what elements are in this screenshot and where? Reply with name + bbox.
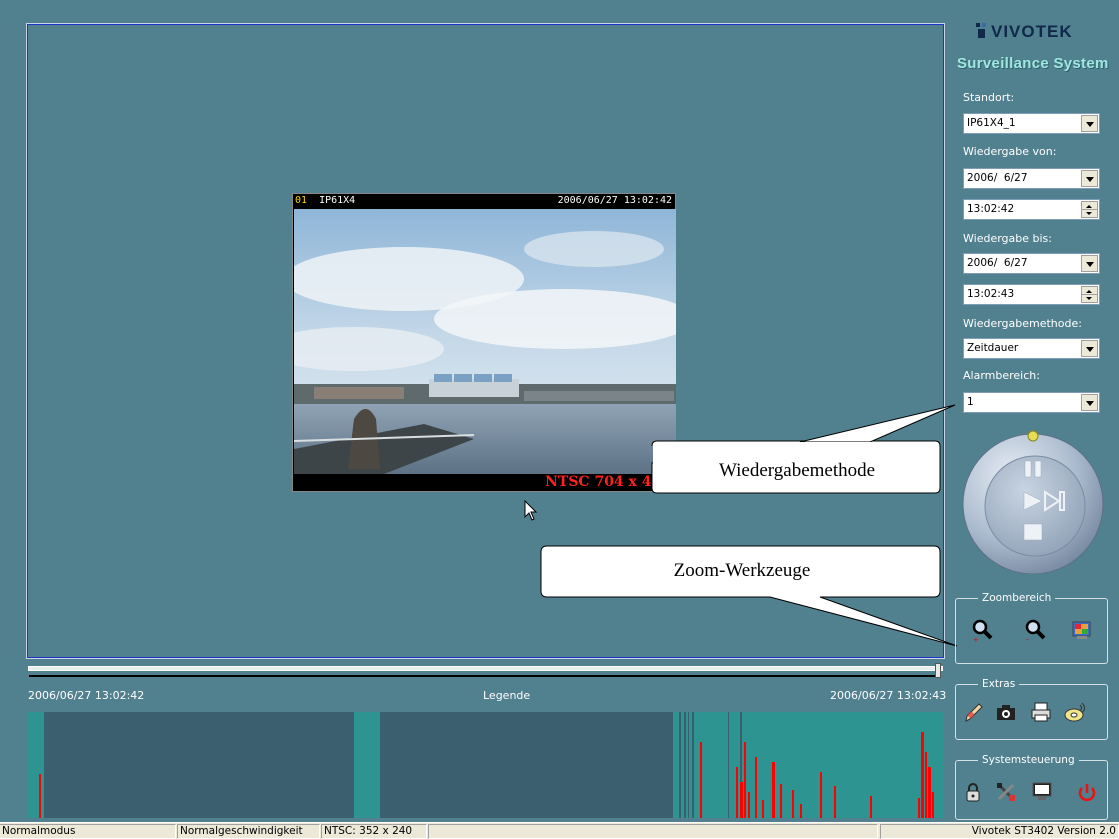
status-mode: Normalmodus	[0, 824, 176, 839]
playback-to-date[interactable]: 2006/ 6/27	[963, 253, 1100, 274]
alarm-area-label: Alarmbereich:	[963, 369, 1040, 382]
zoom-in-icon[interactable]: +	[970, 618, 994, 642]
status-format: NTSC: 352 x 240	[321, 824, 427, 839]
chevron-down-icon[interactable]	[1081, 394, 1098, 411]
playback-control-dial[interactable]	[958, 424, 1108, 574]
chevron-down-icon[interactable]	[1081, 115, 1098, 132]
callout-playback-method-text: Wiedergabemethode	[718, 460, 876, 481]
print-icon[interactable]	[1029, 700, 1053, 724]
status-speed: Normalgeschwindigkeit	[177, 824, 320, 839]
vivotek-logo: VIVOTEK	[975, 22, 1073, 42]
location-value: IP61X4_1	[967, 117, 1016, 129]
vivotek-logo-icon	[976, 23, 986, 38]
timeline-start: 2006/06/27 13:02:42	[28, 689, 145, 702]
power-icon[interactable]	[1075, 781, 1099, 805]
chevron-down-icon[interactable]	[1081, 255, 1098, 272]
monitor-icon[interactable]	[1030, 780, 1054, 804]
location-label: Standort:	[963, 91, 1015, 104]
control-panel: VIVOTEK Surveillance System Standort: IP…	[950, 14, 1119, 824]
method-value: Zeitdauer	[967, 342, 1019, 354]
from-time-value: 13:02:42	[967, 203, 1015, 215]
product-tagline: Surveillance System	[957, 55, 1109, 72]
recording-legend-bar[interactable]	[28, 712, 944, 818]
chevron-down-icon[interactable]	[1081, 340, 1098, 357]
pause-icon[interactable]	[1024, 460, 1032, 478]
status-version: Vivotek ST3402 Version 2.0	[880, 824, 1119, 839]
system-control-label: Systemsteuerung	[982, 754, 1075, 766]
zoom-out-icon[interactable]: -	[1023, 618, 1047, 642]
playback-to-time[interactable]: 13:02:43	[963, 284, 1100, 305]
status-empty	[428, 824, 878, 839]
svg-text:-: -	[1026, 635, 1029, 642]
to-date-value: 2006/ 6/27	[967, 257, 1028, 269]
alarm-area-select[interactable]: 1	[963, 392, 1100, 413]
fit-to-screen-icon[interactable]	[1070, 620, 1094, 644]
settings-tools-icon[interactable]	[994, 780, 1018, 804]
extras-group-label: Extras	[982, 678, 1016, 690]
playback-from-label: Wiedergabe von:	[963, 145, 1057, 158]
timeline-thumb[interactable]	[935, 663, 941, 678]
playback-from-date[interactable]: 2006/ 6/27	[963, 168, 1100, 189]
playback-from-time[interactable]: 13:02:42	[963, 199, 1100, 220]
status-led-icon	[1027, 430, 1039, 442]
playback-method-select[interactable]: Zeitdauer	[963, 338, 1100, 359]
timeline-legend-label: Legende	[483, 689, 531, 702]
timeline-track[interactable]	[28, 666, 943, 671]
callout-zoom-tools-text: Zoom-Werkzeuge	[673, 560, 811, 581]
edit-icon[interactable]	[962, 701, 986, 725]
location-select[interactable]: IP61X4_1	[963, 113, 1100, 134]
from-date-value: 2006/ 6/27	[967, 172, 1028, 184]
stop-icon[interactable]	[1023, 523, 1043, 541]
spinner-icon[interactable]	[1081, 286, 1098, 303]
timeline-slider[interactable]	[28, 663, 943, 681]
spinner-icon[interactable]	[1081, 201, 1098, 218]
to-time-value: 13:02:43	[967, 288, 1015, 300]
timeline-progress	[29, 675, 939, 677]
lock-icon[interactable]	[961, 781, 985, 805]
svg-text:+: +	[973, 636, 979, 642]
camera-snapshot-icon[interactable]	[994, 701, 1018, 725]
alarm-value: 1	[967, 396, 974, 408]
chevron-down-icon[interactable]	[1081, 170, 1098, 187]
playback-to-label: Wiedergabe bis:	[963, 232, 1052, 245]
zoom-group-label: Zoombereich	[982, 592, 1052, 604]
timeline-end: 2006/06/27 13:02:43	[830, 689, 947, 702]
audio-cd-icon[interactable]	[1062, 701, 1086, 725]
playback-method-label: Wiedergabemethode:	[963, 317, 1082, 330]
status-bar: Normalmodus Normalgeschwindigkeit NTSC: …	[0, 822, 1119, 839]
logo-text: VIVOTEK	[991, 22, 1073, 41]
